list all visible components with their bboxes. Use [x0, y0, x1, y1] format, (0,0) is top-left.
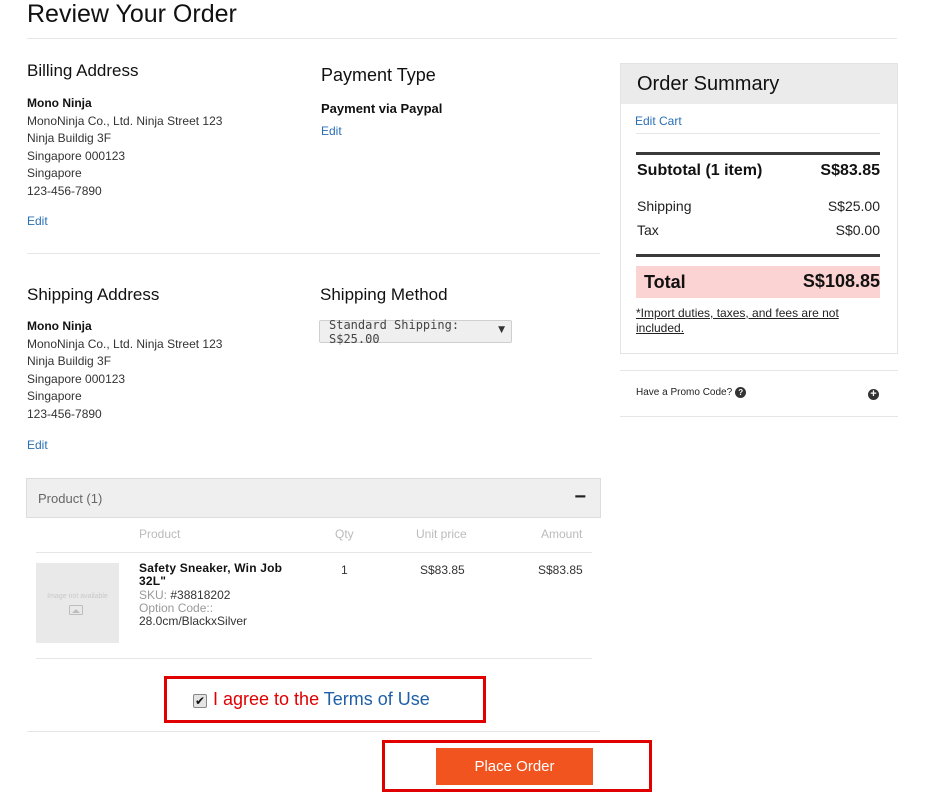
shipping-address-heading: Shipping Address — [27, 285, 160, 304]
shipping-label: Shipping — [637, 198, 692, 214]
section-divider — [27, 253, 600, 254]
shipping-method-heading: Shipping Method — [320, 285, 448, 304]
billing-line: MonoNinja Co., Ltd. Ninja Street 123 — [27, 113, 223, 128]
page-title: Review Your Order — [27, 0, 237, 28]
plus-circle-icon[interactable]: + — [868, 389, 879, 400]
promo-divider — [620, 416, 898, 417]
summary-divider — [636, 133, 880, 134]
summary-thick-divider — [636, 254, 880, 257]
table-divider — [36, 552, 592, 553]
promo-divider — [620, 370, 898, 371]
subtotal-row: Subtotal (1 item) S$83.85 — [637, 162, 880, 180]
product-panel-header[interactable]: Product (1) − — [26, 478, 601, 518]
payment-edit-link[interactable]: Edit — [321, 124, 342, 138]
col-unit-price: Unit price — [416, 527, 467, 541]
promo-toggle[interactable]: Have a Promo Code?? — [636, 387, 747, 399]
shipping-value: S$25.00 — [827, 198, 880, 214]
question-icon[interactable]: ? — [735, 387, 747, 398]
billing-heading: Billing Address — [27, 61, 139, 80]
product-panel-label: Product (1) — [38, 491, 103, 506]
billing-line: Singapore 000123 — [27, 148, 126, 163]
table-divider — [36, 658, 592, 659]
option-value: 28.0cm/BlackxSilver — [139, 614, 248, 628]
shipping-edit-link[interactable]: Edit — [27, 438, 48, 452]
shipping-line: Singapore — [27, 389, 82, 403]
shipping-line: Singapore 000123 — [27, 371, 126, 386]
billing-edit-link[interactable]: Edit — [27, 214, 48, 228]
shipping-method-value: Standard Shipping: S$25.00 — [329, 317, 460, 346]
section-divider — [27, 731, 600, 732]
billing-line: Ninja Buildig 3F — [27, 131, 112, 145]
order-summary-header: Order Summary — [621, 64, 897, 104]
billing-address: Mono Ninja MonoNinja Co., Ltd. Ninja Str… — [27, 95, 222, 200]
product-unit-price: S$83.85 — [420, 563, 465, 577]
promo-label: Have a Promo Code? — [636, 387, 733, 399]
shipping-line: 123-456-7890 — [27, 406, 102, 421]
tax-row: Tax S$0.00 — [637, 222, 880, 238]
place-order-button[interactable]: Place Order — [436, 748, 593, 785]
terms-label: I agree to the Terms of Use — [213, 689, 430, 710]
terms-checkbox[interactable]: ✔ — [193, 694, 207, 708]
shipping-row: Shipping S$25.00 — [637, 198, 880, 214]
shipping-line: Ninja Buildig 3F — [27, 354, 112, 368]
tax-value: S$0.00 — [835, 222, 880, 238]
product-image[interactable]: Image not available — [36, 563, 119, 643]
shipping-address: Mono Ninja MonoNinja Co., Ltd. Ninja Str… — [27, 318, 222, 423]
terms-of-use-link[interactable]: Terms of Use — [324, 689, 430, 709]
billing-name: Mono Ninja — [27, 96, 92, 110]
payment-heading: Payment Type — [321, 65, 436, 85]
total-value: S$108.85 — [802, 271, 880, 291]
image-placeholder-icon — [69, 605, 83, 615]
product-amount: S$83.85 — [538, 563, 583, 577]
total-label: Total — [644, 272, 686, 292]
col-qty: Qty — [335, 527, 354, 541]
shipping-line: MonoNinja Co., Ltd. Ninja Street 123 — [27, 336, 223, 351]
payment-method: Payment via Paypal — [321, 101, 443, 116]
order-summary-title: Order Summary — [637, 73, 780, 95]
subtotal-value: S$83.85 — [820, 162, 880, 179]
terms-prefix: I agree to the — [213, 689, 324, 709]
product-name[interactable]: Safety Sneaker, Win Job 32L" — [139, 562, 299, 588]
title-divider — [27, 38, 897, 39]
shipping-name: Mono Ninja — [27, 319, 92, 333]
edit-cart-link[interactable]: Edit Cart — [635, 114, 682, 128]
duties-note-link[interactable]: *Import duties, taxes, and fees are not … — [636, 306, 876, 336]
tax-label: Tax — [637, 222, 659, 238]
sku-label: SKU: — [139, 588, 168, 602]
product-meta: SKU: #38818202 Option Code:: 28.0cm/Blac… — [139, 589, 299, 628]
shipping-method-select[interactable]: Standard Shipping: S$25.00 ▼ — [319, 317, 512, 346]
subtotal-label: Subtotal (1 item) — [637, 162, 763, 179]
summary-thick-divider — [636, 152, 880, 155]
billing-line: 123-456-7890 — [27, 183, 102, 198]
collapse-icon[interactable]: − — [574, 486, 586, 509]
col-amount: Amount — [541, 527, 583, 541]
col-product: Product — [139, 527, 181, 541]
image-placeholder-text: Image not available — [47, 593, 108, 600]
sku-value: #38818202 — [170, 588, 231, 602]
billing-line: Singapore — [27, 166, 82, 180]
total-row: Total S$108.85 — [636, 266, 880, 298]
product-qty: 1 — [341, 563, 348, 577]
checkmark-icon: ✔ — [194, 694, 206, 708]
chevron-down-icon: ▼ — [498, 325, 505, 335]
